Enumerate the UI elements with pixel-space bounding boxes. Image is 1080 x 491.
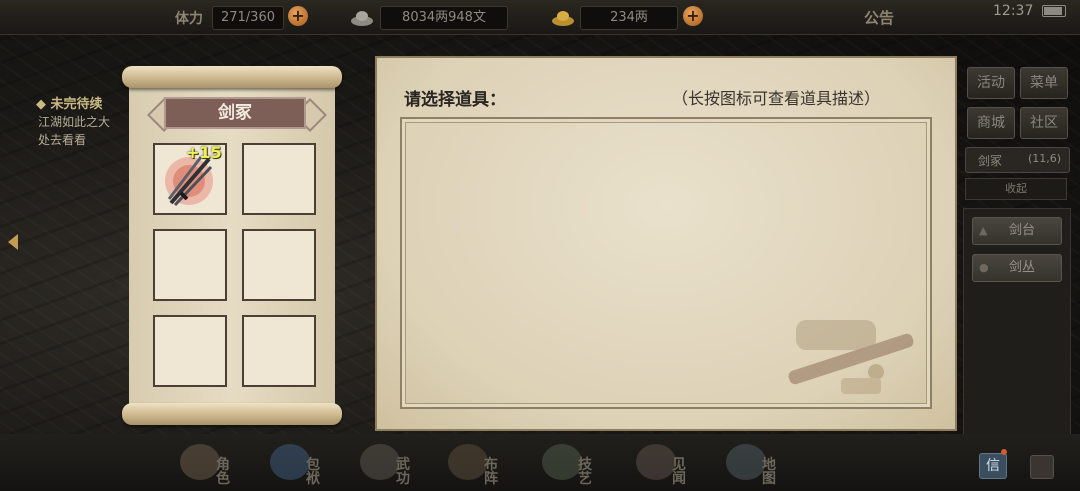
item-slot-3[interactable]: [153, 229, 227, 301]
scroll-bottom-roller: [122, 403, 342, 425]
bag-icon: [270, 444, 310, 480]
item-slot-2[interactable]: [242, 143, 316, 215]
nav-label: 包袱: [306, 457, 320, 487]
bottom-nav-bar: [0, 434, 1080, 491]
gold-ingot-icon: [552, 11, 574, 26]
gift-icon[interactable]: [1030, 455, 1054, 479]
quest-desc-line2: 处去看看: [38, 133, 87, 147]
poi-marker-icon: ●: [979, 261, 989, 274]
announcement-button[interactable]: 公告: [864, 7, 894, 28]
nav-label: 角色: [216, 457, 230, 487]
location-coords: (11,6): [1028, 152, 1062, 165]
scroll-top-roller: [122, 66, 342, 88]
add-gold-button[interactable]: +: [683, 6, 703, 26]
item-slot-4[interactable]: [242, 229, 316, 301]
martial-arts-icon: [360, 444, 400, 480]
location-header-name: 剑冢: [978, 154, 1003, 168]
nav-label: 见闻: [672, 457, 686, 487]
battery-icon: [1042, 5, 1066, 17]
collapse-left-arrow-icon[interactable]: [8, 234, 18, 250]
location-header[interactable]: 剑冢 (11,6): [965, 147, 1070, 173]
stamina-value: 271/360: [212, 6, 284, 30]
quest-title[interactable]: ◆ 未完待续: [36, 93, 103, 112]
nav-label: 武功: [396, 457, 410, 487]
collapse-toggle[interactable]: 收起: [965, 178, 1067, 200]
poi-item-sword-thicket[interactable]: ● 剑丛: [972, 254, 1062, 282]
location-name: 剑冢: [218, 103, 252, 123]
community-button[interactable]: 社区: [1020, 107, 1068, 139]
money-value: 8034两948文: [380, 6, 508, 30]
add-stamina-button[interactable]: +: [288, 6, 308, 26]
status-clock: 12:37: [993, 3, 1034, 19]
menu-button[interactable]: 菜单: [1020, 67, 1068, 99]
scroll-and-sword-decoration: [788, 320, 914, 394]
mail-button[interactable]: 信: [979, 453, 1007, 479]
poi-label: 剑丛: [1009, 260, 1036, 275]
poi-item-sword-platform[interactable]: ▲ 剑台: [972, 217, 1062, 245]
teapot-icon: [542, 444, 582, 480]
nav-label: 布阵: [484, 457, 498, 487]
character-icon: [180, 444, 220, 480]
nav-label: 技艺: [578, 457, 592, 487]
quest-desc-line1: 江湖如此之大: [38, 115, 111, 129]
panel-hint: （长按图标可查看道具描述）: [672, 89, 881, 108]
yin-yang-icon: [448, 444, 488, 480]
activity-button[interactable]: 活动: [967, 67, 1015, 99]
shop-button[interactable]: 商城: [967, 107, 1015, 139]
journal-icon: [636, 444, 676, 480]
gold-value: 234两: [580, 6, 678, 30]
panel-title: 请选择道具：: [404, 90, 506, 110]
poi-label: 剑台: [1009, 223, 1036, 238]
item-slot-6[interactable]: [242, 315, 316, 387]
silver-ingot-icon: [351, 11, 373, 26]
notification-dot: [1001, 449, 1007, 455]
item-level-badge: +15: [186, 143, 222, 162]
nav-label: 地图: [762, 457, 776, 487]
item-slot-5[interactable]: [153, 315, 227, 387]
stamina-label: 体力: [175, 11, 203, 27]
map-icon: [726, 444, 766, 480]
poi-marker-icon: ▲: [979, 224, 988, 237]
top-resource-bar: [0, 0, 1080, 35]
